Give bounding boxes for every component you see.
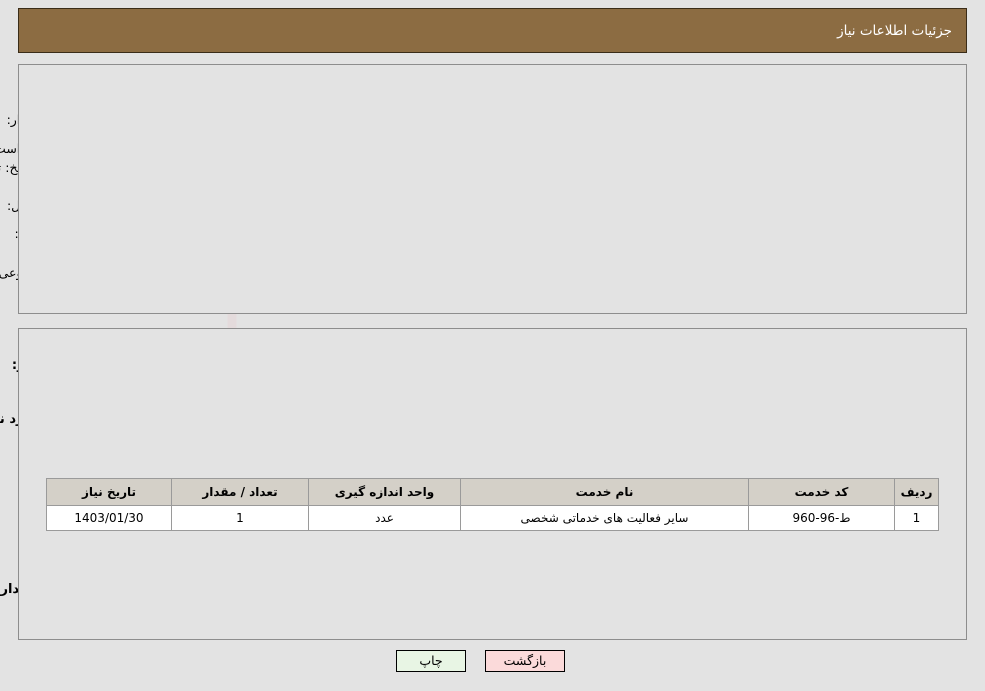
print-button[interactable]: چاپ	[396, 650, 466, 672]
page-title: جزئیات اطلاعات نیاز	[837, 22, 952, 39]
cell-service-name: سایر فعالیت های خدماتی شخصی	[460, 505, 749, 531]
page-header: جزئیات اطلاعات نیاز	[18, 8, 967, 53]
table-row: 1 ط-96-960 سایر فعالیت های خدماتی شخصی ع…	[46, 505, 939, 531]
th-need-date: تاریخ نیاز	[46, 478, 172, 506]
cell-need-date: 1403/01/30	[46, 505, 172, 531]
summary-panel	[18, 64, 967, 314]
th-service-code: کد خدمت	[748, 478, 895, 506]
cell-quantity: 1	[171, 505, 309, 531]
need-details-page: AriaTender.net جزئیات اطلاعات نیاز شماره…	[0, 0, 985, 691]
back-button[interactable]: بازگشت	[485, 650, 565, 672]
cell-unit: عدد	[308, 505, 461, 531]
cell-service-code: ط-96-960	[748, 505, 895, 531]
services-table: ردیف کد خدمت نام خدمت واحد اندازه گیری ت…	[46, 478, 939, 531]
table-header-row: ردیف کد خدمت نام خدمت واحد اندازه گیری ت…	[46, 478, 939, 506]
th-row-no: ردیف	[894, 478, 939, 506]
th-unit: واحد اندازه گیری	[308, 478, 461, 506]
th-quantity: تعداد / مقدار	[171, 478, 309, 506]
th-service-name: نام خدمت	[460, 478, 749, 506]
cell-row-no: 1	[894, 505, 939, 531]
